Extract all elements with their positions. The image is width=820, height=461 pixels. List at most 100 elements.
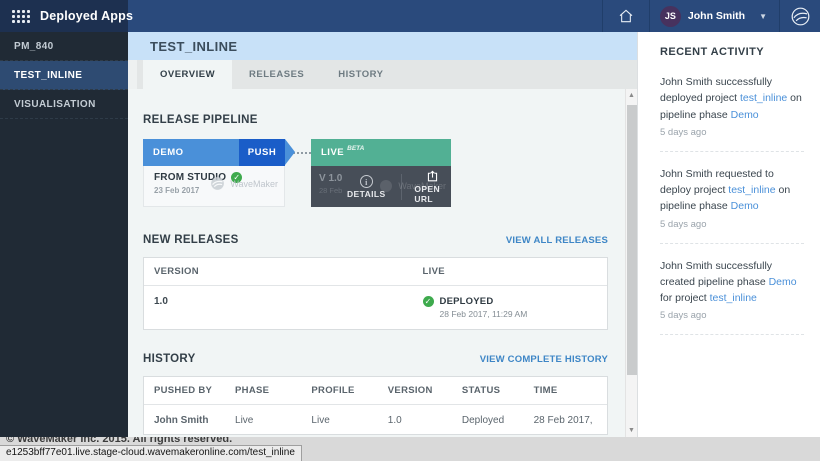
history-header: HISTORY VIEW COMPLETE HISTORY	[143, 353, 608, 365]
live-phase-card: LIVE BETA V 1.0 28 Feb i DETAILS	[311, 139, 451, 207]
history-table: PUSHED BY PHASE PROFILE VERSION STATUS T…	[143, 376, 608, 435]
table-header-row: PUSHED BY PHASE PROFILE VERSION STATUS T…	[144, 377, 607, 405]
activity-link[interactable]: test_inline	[728, 184, 775, 196]
tab-releases[interactable]: RELEASES	[232, 60, 321, 89]
sidebar-item-test-inline[interactable]: TEST_INLINE	[0, 61, 128, 90]
status-url-tooltip: e1253bff77e01.live.stage-cloud.wavemaker…	[0, 445, 302, 461]
table-row: 1.0 ✓ DEPLOYED 28 Feb 2017, 11:29 AM	[144, 286, 607, 329]
activity-time: 5 days ago	[660, 127, 804, 138]
app-title: Deployed Apps	[40, 9, 133, 23]
table-row: John Smith Live Live 1.0 Deployed 28 Feb…	[144, 405, 607, 434]
history-status: Deployed	[452, 405, 524, 434]
activity-link[interactable]: test_inline	[710, 292, 757, 304]
column-pushed-by: PUSHED BY	[144, 377, 225, 404]
wavemaker-watermark: WaveMaker	[209, 175, 278, 192]
recent-activity-panel: RECENT ACTIVITY John Smith successfully …	[637, 32, 820, 437]
apps-grid-icon[interactable]	[12, 10, 30, 23]
view-all-releases-link[interactable]: VIEW ALL RELEASES	[506, 235, 608, 246]
activity-item: John Smith requested to deploy project t…	[660, 166, 804, 230]
history-pushed-by: John Smith	[144, 405, 225, 434]
watermark-label: WaveMaker	[230, 179, 278, 189]
check-icon: ✓	[423, 296, 434, 307]
demo-phase-card: DEMO PUSH FROM STUDIO ✓ 23 Feb 2017	[143, 139, 285, 207]
demo-phase-name: DEMO	[153, 147, 184, 158]
release-live-status: ✓ DEPLOYED 28 Feb 2017, 11:29 AM	[413, 286, 607, 329]
activity-link[interactable]: Demo	[731, 109, 759, 121]
topbar-actions: JS John Smith ▼	[128, 0, 820, 32]
home-icon	[618, 8, 634, 24]
activity-text: John Smith requested to deploy project t…	[660, 166, 804, 215]
table-header-row: VERSION LIVE	[144, 258, 607, 286]
history-title: HISTORY	[143, 353, 196, 365]
sidebar-item-visualisation[interactable]: VISUALISATION	[0, 90, 128, 119]
topbar-brand: Deployed Apps	[0, 0, 128, 32]
history-version: 1.0	[378, 405, 452, 434]
user-menu[interactable]: JS John Smith ▼	[650, 0, 779, 32]
activity-link[interactable]: test_inline	[740, 92, 787, 104]
activity-item: John Smith successfully created pipeline…	[660, 258, 804, 322]
wavemaker-swirl-icon	[209, 175, 226, 192]
scroll-down-icon[interactable]: ▼	[626, 427, 637, 434]
sidebar: PM_840 TEST_INLINE VISUALISATION	[0, 32, 128, 437]
pipeline-arrow	[285, 139, 295, 165]
activity-text: John Smith successfully deployed project…	[660, 74, 804, 123]
release-version: 1.0	[144, 286, 413, 329]
live-card-header: LIVE BETA	[311, 139, 451, 166]
column-phase: PHASE	[225, 377, 301, 404]
divider	[660, 151, 804, 152]
avatar: JS	[660, 6, 681, 27]
info-icon: i	[360, 175, 373, 188]
tabstrip: OVERVIEW RELEASES HISTORY	[128, 60, 637, 89]
home-button[interactable]	[603, 0, 649, 32]
live-version-value: V 1.0	[319, 173, 342, 184]
watermark-label: WaveMaker	[398, 181, 446, 191]
activity-link[interactable]: Demo	[731, 200, 759, 212]
activity-text-segment: for project	[660, 292, 710, 304]
wavemaker-logo-icon[interactable]	[780, 0, 820, 32]
demo-card-header: DEMO PUSH	[143, 139, 285, 166]
tabstrip-notch	[128, 60, 137, 89]
tab-history[interactable]: HISTORY	[321, 60, 400, 89]
page: Deployed Apps JS John Smith ▼	[0, 0, 820, 461]
scroll-up-icon[interactable]: ▲	[626, 92, 637, 99]
activity-time: 5 days ago	[660, 310, 804, 321]
history-profile-link[interactable]: Live	[301, 405, 377, 434]
tab-overview[interactable]: OVERVIEW	[143, 60, 232, 89]
live-card-body: V 1.0 28 Feb i DETAILS	[311, 166, 451, 207]
push-button[interactable]: PUSH	[239, 139, 285, 166]
activity-text: John Smith successfully created pipeline…	[660, 258, 804, 307]
beta-badge: BETA	[347, 145, 364, 152]
release-pipeline: DEMO PUSH FROM STUDIO ✓ 23 Feb 2017	[143, 139, 608, 207]
deployed-status: DEPLOYED	[440, 296, 528, 307]
column-version: VERSION	[378, 377, 452, 404]
new-releases-title: NEW RELEASES	[143, 234, 239, 246]
history-time: 28 Feb 2017,	[524, 405, 607, 434]
activity-item: John Smith successfully deployed project…	[660, 74, 804, 138]
new-releases-header: NEW RELEASES VIEW ALL RELEASES	[143, 234, 608, 246]
activity-time: 5 days ago	[660, 219, 804, 230]
chevron-down-icon: ▼	[759, 12, 767, 21]
release-pipeline-title: RELEASE PIPELINE	[143, 114, 608, 126]
page-title: TEST_INLINE	[150, 39, 237, 54]
main-panel: TEST_INLINE OVERVIEW RELEASES HISTORY RE…	[128, 32, 637, 437]
view-complete-history-link[interactable]: VIEW COMPLETE HISTORY	[480, 354, 608, 365]
page-header: TEST_INLINE	[128, 32, 637, 60]
column-version: VERSION	[144, 258, 413, 285]
history-phase: Live	[225, 405, 301, 434]
column-profile: PROFILE	[301, 377, 377, 404]
activity-list: John Smith successfully deployed project…	[660, 74, 804, 335]
column-time: TIME	[524, 377, 607, 404]
divider	[660, 243, 804, 244]
sidebar-item-pm840[interactable]: PM_840	[0, 32, 128, 61]
divider	[660, 334, 804, 335]
live-date: 28 Feb	[319, 186, 342, 195]
user-name: John Smith	[688, 10, 745, 22]
scrollbar[interactable]: ▲ ▼	[625, 89, 637, 437]
topbar: Deployed Apps JS John Smith ▼	[0, 0, 820, 32]
activity-link[interactable]: Demo	[769, 276, 797, 288]
column-live: LIVE	[413, 258, 607, 285]
live-phase-name: LIVE	[321, 147, 344, 158]
demo-card-body: FROM STUDIO ✓ 23 Feb 2017 WaveMaker	[143, 166, 285, 207]
scrollbar-thumb[interactable]	[627, 105, 637, 375]
recent-activity-title: RECENT ACTIVITY	[660, 46, 804, 58]
